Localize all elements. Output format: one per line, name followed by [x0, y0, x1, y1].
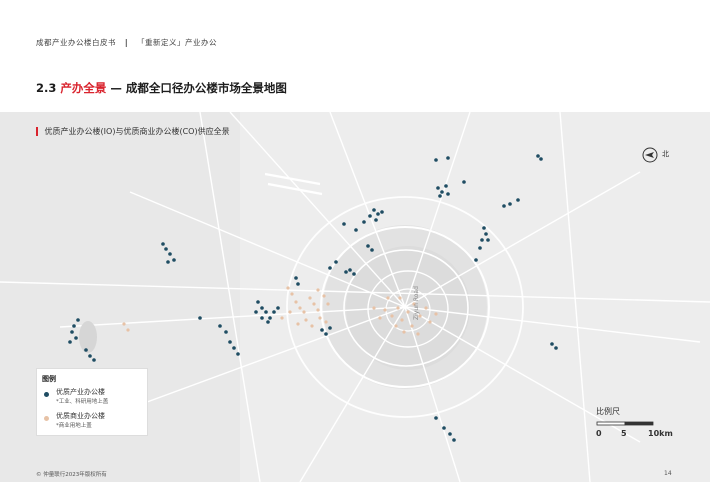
north-label: 北 [662, 150, 669, 158]
legend-io-note: *工业、科研用地上盖 [56, 399, 109, 405]
section-title-rest: — 成都全口径办公楼市场全景地图 [110, 81, 287, 95]
scale-tick-10km: 10km [648, 429, 673, 438]
header-separator: | [124, 38, 129, 47]
road-label: Ziyun Road [413, 286, 420, 320]
scale-tick-0: 0 [596, 429, 602, 438]
legend-co-dot-icon [44, 416, 49, 421]
copyright-footer: © 仲量联行2023年版权所有 [36, 472, 107, 478]
header-report-title: 成都产业办公楼白皮书 [36, 38, 116, 47]
map-subtitle-text: 优质产业办公楼(IO)与优质商业办公楼(CO)供应全景 [44, 127, 230, 136]
compass-icon [642, 147, 658, 163]
map-legend: 图例 优质产业办公楼 *工业、科研用地上盖 优质商业办公楼 *商业用地上盖 [36, 368, 148, 436]
north-arrow: 北 [642, 147, 682, 163]
lake [79, 321, 97, 353]
scale-bar: 比例尺 0 5 10km [596, 406, 686, 440]
page-title: 2.3 产办全景 — 成都全口径办公楼市场全景地图 [36, 80, 287, 96]
scale-tick-5: 5 [621, 429, 627, 438]
header-report-subtitle: 「重新定义」产业办公 [137, 38, 218, 47]
section-highlight: 产办全景 [60, 81, 107, 95]
subtitle-accent-bar [36, 127, 38, 136]
legend-co-note: *商业用地上盖 [56, 423, 92, 429]
scale-ruler: 0 5 10km [596, 421, 673, 438]
page-number: 14 [664, 470, 672, 477]
scale-title: 比例尺 [596, 407, 620, 416]
legend-io-dot-icon [44, 392, 49, 397]
legend-co-label: 优质商业办公楼 [56, 412, 105, 420]
map-subtitle: 优质产业办公楼(IO)与优质商业办公楼(CO)供应全景 [36, 126, 230, 137]
section-number: 2.3 [36, 81, 57, 95]
legend-io-label: 优质产业办公楼 [56, 388, 105, 396]
report-header: 成都产业办公楼白皮书 | 「重新定义」产业办公 [36, 37, 217, 48]
legend-title: 图例 [42, 375, 56, 383]
